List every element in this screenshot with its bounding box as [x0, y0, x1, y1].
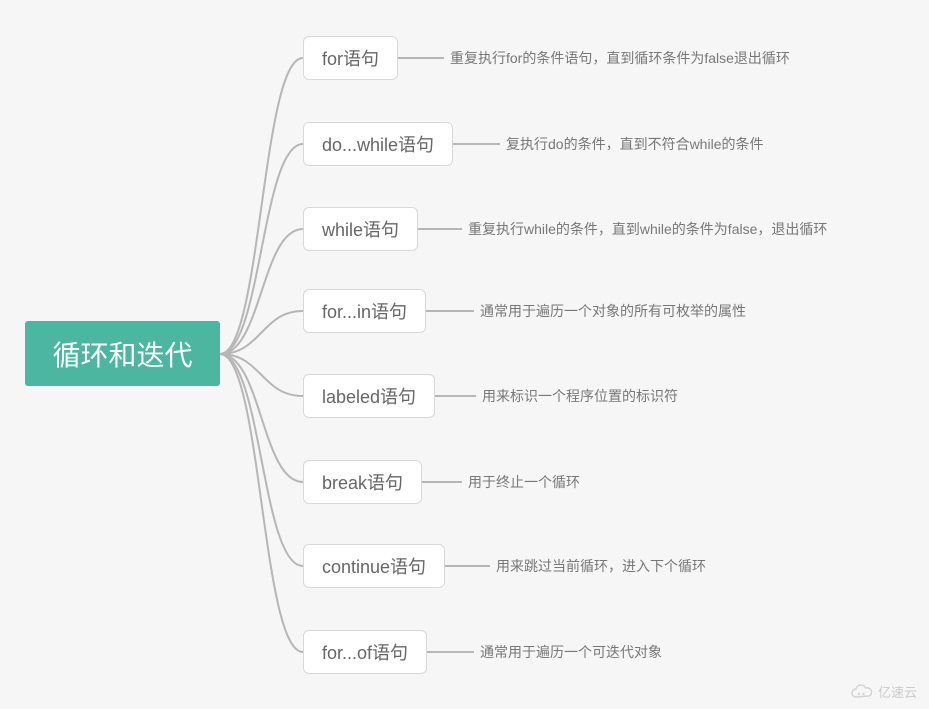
branch-label: do...while语句 [322, 131, 434, 157]
branch-node[interactable]: while语句 [303, 207, 418, 251]
branch-label: labeled语句 [322, 383, 416, 409]
cloud-icon [850, 684, 874, 700]
branch-node[interactable]: for语句 [303, 36, 398, 80]
branch-node[interactable]: do...while语句 [303, 122, 453, 166]
branch-node[interactable]: for...of语句 [303, 630, 427, 674]
leaf-label: 用来跳过当前循环，进入下个循环 [496, 556, 706, 576]
branch-label: for...in语句 [322, 298, 407, 324]
root-label: 循环和迭代 [52, 334, 192, 374]
leaf-label: 通常用于遍历一个可迭代对象 [480, 642, 662, 662]
watermark-text: 亿速云 [878, 682, 917, 701]
branch-label: for语句 [322, 45, 379, 71]
leaf-node: 重复执行for的条件语句，直到循环条件为false退出循环 [450, 48, 790, 68]
leaf-node: 重复执行while的条件，直到while的条件为false，退出循环 [468, 219, 827, 239]
leaf-label: 用于终止一个循环 [468, 472, 580, 492]
leaf-node: 通常用于遍历一个对象的所有可枚举的属性 [480, 301, 746, 321]
leaf-label: 通常用于遍历一个对象的所有可枚举的属性 [480, 301, 746, 321]
leaf-node: 用于终止一个循环 [468, 472, 580, 492]
leaf-label: 复执行do的条件，直到不符合while的条件 [506, 134, 763, 154]
branch-label: while语句 [322, 216, 399, 242]
leaf-node: 用来标识一个程序位置的标识符 [482, 386, 678, 406]
leaf-label: 用来标识一个程序位置的标识符 [482, 386, 678, 406]
branch-label: continue语句 [322, 553, 426, 579]
leaf-node: 通常用于遍历一个可迭代对象 [480, 642, 662, 662]
branch-node[interactable]: continue语句 [303, 544, 445, 588]
branch-label: for...of语句 [322, 639, 408, 665]
watermark: 亿速云 [850, 682, 917, 701]
leaf-node: 复执行do的条件，直到不符合while的条件 [506, 134, 763, 154]
leaf-label: 重复执行for的条件语句，直到循环条件为false退出循环 [450, 48, 790, 68]
branch-node[interactable]: labeled语句 [303, 374, 435, 418]
leaf-node: 用来跳过当前循环，进入下个循环 [496, 556, 706, 576]
leaf-label: 重复执行while的条件，直到while的条件为false，退出循环 [468, 219, 827, 239]
branch-label: break语句 [322, 469, 403, 495]
branch-node[interactable]: for...in语句 [303, 289, 426, 333]
branch-node[interactable]: break语句 [303, 460, 422, 504]
root-node[interactable]: 循环和迭代 [25, 321, 220, 386]
